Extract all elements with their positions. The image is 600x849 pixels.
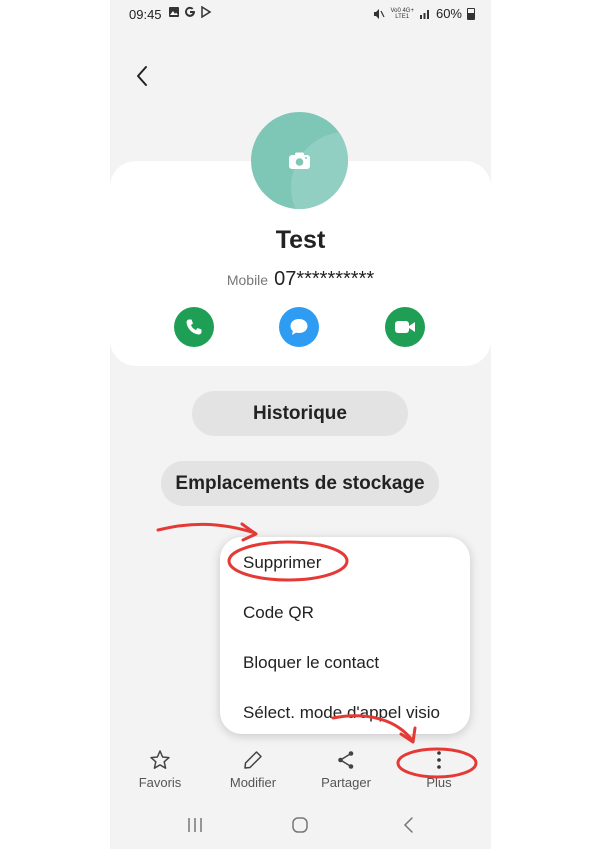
back-button[interactable] bbox=[130, 62, 154, 90]
battery-percent: 60% bbox=[435, 6, 462, 21]
signal-icon bbox=[419, 10, 429, 19]
pencil-icon bbox=[244, 751, 262, 769]
status-app-icons bbox=[168, 6, 212, 18]
edit-button[interactable]: Modifier bbox=[213, 749, 293, 790]
menu-item-video-call-mode[interactable]: Sélect. mode d'appel visio bbox=[243, 703, 440, 723]
home-button[interactable] bbox=[290, 815, 310, 835]
status-bar: 09:45 Vo0 4G+ LTE1 60% bbox=[110, 0, 491, 30]
battery-icon bbox=[467, 7, 475, 20]
status-right: Vo0 4G+ LTE1 60% bbox=[373, 6, 475, 21]
menu-item-delete[interactable]: Supprimer bbox=[243, 553, 321, 573]
contact-phone[interactable]: Mobile 07********** bbox=[110, 268, 491, 291]
menu-item-block-contact[interactable]: Bloquer le contact bbox=[243, 653, 379, 673]
play-store-icon bbox=[201, 6, 212, 18]
storage-locations-button[interactable]: Emplacements de stockage bbox=[161, 461, 439, 506]
video-call-button[interactable] bbox=[385, 307, 425, 347]
menu-item-qr-code[interactable]: Code QR bbox=[243, 603, 314, 623]
gallery-icon bbox=[169, 7, 179, 17]
message-button[interactable] bbox=[279, 307, 319, 347]
favorites-button[interactable]: Favoris bbox=[120, 749, 200, 790]
message-icon bbox=[290, 319, 308, 335]
status-time: 09:45 bbox=[129, 7, 162, 22]
google-icon bbox=[185, 6, 195, 17]
more-vertical-icon bbox=[437, 751, 441, 769]
star-icon bbox=[150, 750, 170, 769]
phone-icon bbox=[186, 319, 202, 335]
more-options-menu: Supprimer Code QR Bloquer le contact Sél… bbox=[220, 537, 470, 734]
more-button[interactable]: Plus bbox=[399, 749, 479, 790]
phone-number: 07********** bbox=[274, 268, 375, 290]
network-type: Vo0 4G+ LTE1 bbox=[390, 7, 414, 20]
phone-label: Mobile bbox=[226, 272, 269, 288]
history-button[interactable]: Historique bbox=[192, 391, 408, 436]
share-icon bbox=[338, 751, 354, 769]
video-icon bbox=[395, 321, 415, 333]
system-back-button[interactable] bbox=[399, 815, 419, 835]
contact-name: Test bbox=[275, 226, 326, 254]
share-button[interactable]: Partager bbox=[306, 749, 386, 790]
avatar[interactable] bbox=[251, 112, 348, 209]
camera-icon bbox=[289, 152, 310, 169]
phone-screen: 09:45 Vo0 4G+ LTE1 60% Test Mobile 07***… bbox=[110, 0, 491, 849]
system-navigation-bar bbox=[110, 812, 491, 840]
mute-icon bbox=[374, 8, 385, 19]
bottom-toolbar: Favoris Modifier Partager Plus bbox=[110, 749, 491, 799]
recent-apps-button[interactable] bbox=[185, 815, 205, 835]
call-button[interactable] bbox=[174, 307, 214, 347]
